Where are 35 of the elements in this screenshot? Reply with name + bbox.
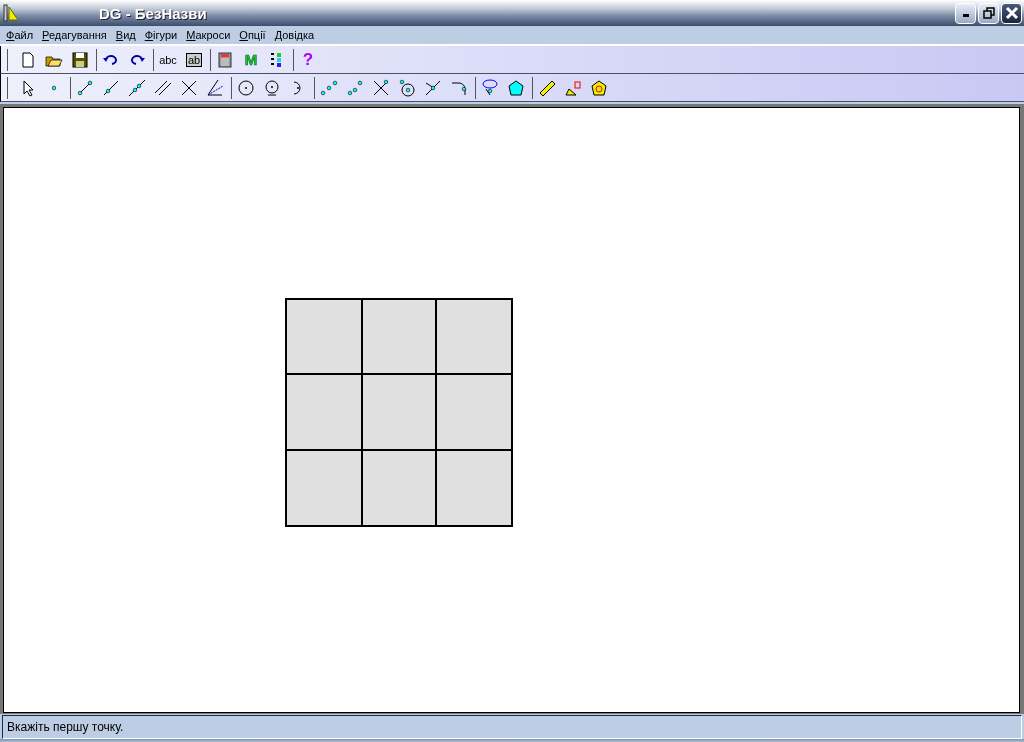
window-title: DG - БезНазви bbox=[99, 4, 207, 22]
restore-icon bbox=[982, 7, 995, 19]
circle-icon bbox=[237, 78, 255, 97]
menu-item[interactable]: Макроси bbox=[182, 29, 236, 41]
ruler-icon bbox=[538, 78, 556, 97]
circle-center-icon bbox=[398, 78, 416, 97]
app-icon bbox=[3, 4, 19, 22]
status-text: Вкажіть першу точку. bbox=[6, 720, 124, 734]
points-icon bbox=[320, 78, 338, 97]
menu-item[interactable]: Довідка bbox=[270, 29, 320, 41]
label-tool-button[interactable]: ab bbox=[182, 48, 206, 71]
line-icon bbox=[128, 78, 146, 97]
menu-item[interactable]: Вид bbox=[111, 29, 141, 41]
close-button[interactable] bbox=[1001, 2, 1022, 24]
angle-bisector-icon bbox=[206, 78, 224, 97]
ray-icon bbox=[102, 78, 120, 97]
menu-item[interactable]: Редагування bbox=[38, 29, 112, 41]
minimize-button[interactable] bbox=[955, 2, 976, 24]
point-icon bbox=[51, 84, 57, 91]
menu-item[interactable]: Опції bbox=[235, 29, 271, 41]
close-icon bbox=[1004, 6, 1019, 20]
help-button[interactable]: ? bbox=[296, 48, 320, 71]
parallel-lines-icon bbox=[154, 78, 172, 97]
menu-item[interactable]: Файл bbox=[2, 29, 39, 41]
segment-icon bbox=[76, 78, 94, 97]
calculator-icon bbox=[216, 50, 234, 69]
circle-radius-icon bbox=[263, 78, 281, 97]
restore-button[interactable] bbox=[978, 2, 999, 24]
points-pair-icon bbox=[346, 78, 364, 97]
intersection-icon bbox=[372, 78, 390, 97]
menu-item[interactable]: Фігури bbox=[140, 29, 183, 41]
new-document-icon bbox=[19, 50, 37, 69]
text-tool-button[interactable]: abc bbox=[156, 48, 180, 71]
polygon-icon bbox=[507, 78, 525, 97]
perpendicular-lines-icon bbox=[180, 78, 198, 97]
